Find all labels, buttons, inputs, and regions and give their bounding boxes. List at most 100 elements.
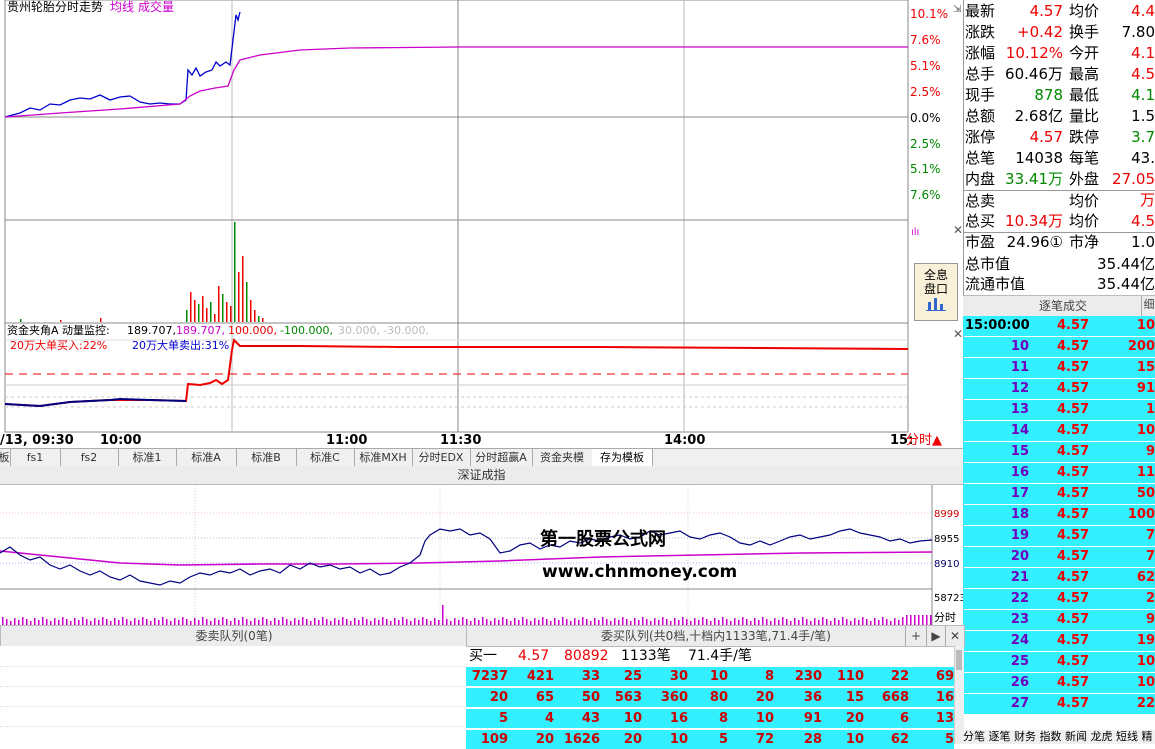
trade-volume: 100 xyxy=(1127,507,1155,522)
trades-header[interactable]: 逐笔成交 细 xyxy=(963,295,1155,317)
trade-price: 4.57 xyxy=(1057,339,1090,354)
quote-label: 外盘 xyxy=(1069,170,1100,188)
quote-row: 涨幅 10.12% 今开 4.1 xyxy=(963,43,1155,64)
index-volume-bar xyxy=(926,615,928,625)
quote-label: 涨跌 xyxy=(965,23,996,41)
trade-row: 27 4.57 22 xyxy=(963,694,1155,714)
trade-time: 25 xyxy=(1010,654,1029,669)
quote-label: 流通市值 xyxy=(965,275,1026,293)
tab-11[interactable]: 存为模板 xyxy=(592,449,653,466)
time-mode-toggle[interactable]: 分时▲ xyxy=(906,433,942,448)
trade-price: 4.57 xyxy=(1057,444,1090,459)
add-icon[interactable]: + xyxy=(905,626,926,646)
bid-queue-cell: 91 xyxy=(803,711,822,726)
index-volume-bar xyxy=(434,618,436,625)
close-icon[interactable]: ✕ xyxy=(953,223,963,237)
tab-10[interactable]: 资金夹模 xyxy=(532,449,593,466)
bid-queue-cell: 80 xyxy=(709,690,728,705)
bid-queue-cell: 22 xyxy=(890,669,909,684)
index-volume-bar xyxy=(474,618,476,625)
time-label: 14:00 xyxy=(664,433,705,448)
bid-queue-cell: 109 xyxy=(480,732,508,747)
volume-bar xyxy=(218,286,220,322)
tab-5[interactable]: 标准B xyxy=(236,449,297,466)
trade-time: 13 xyxy=(1010,402,1029,417)
trades-list[interactable]: 15:00:00 4.57 10 10 4.57 200 11 4.57 15 12 4.57 91 1… xyxy=(963,316,1155,716)
volume-bar xyxy=(210,302,212,322)
trade-price: 4.57 xyxy=(1057,318,1090,333)
index-volume-bar xyxy=(682,617,684,625)
quote-label: 每笔 xyxy=(1069,149,1100,167)
scroll-tab[interactable]: 细 xyxy=(1141,296,1155,316)
bid-queue-cell: 563 xyxy=(614,690,642,705)
quote-value: 7.80 xyxy=(1121,23,1155,41)
index-volume-bar xyxy=(522,617,524,625)
trade-time: 15 xyxy=(1010,444,1029,459)
tab-7[interactable]: 标准MXH xyxy=(354,449,413,466)
bid-queue-cell: 668 xyxy=(881,690,909,705)
intraday-chart[interactable]: 贵州轮胎分时走势 均线 成交量 资金夹角A 动量监控: 189.707, 189… xyxy=(0,0,963,470)
time-label: 11:00 xyxy=(326,433,367,448)
index-volume-bar xyxy=(342,617,344,625)
bid-queue-row: 109 20 1626 20 10 5 72 28 10 62 5 xyxy=(466,730,954,749)
tab-2[interactable]: fs2 xyxy=(60,449,119,466)
index-volume-bar xyxy=(402,617,404,625)
trade-time: 19 xyxy=(1010,528,1029,543)
volume-bar xyxy=(230,306,232,322)
bid-queue-cell: 16 xyxy=(669,711,688,726)
volume-bar xyxy=(186,310,188,322)
tab-3[interactable]: 标准1 xyxy=(118,449,177,466)
quote-row: 内盘 33.41万 外盘 27.05万 xyxy=(963,169,1155,209)
close-icon[interactable]: ✕ xyxy=(953,327,963,341)
bid-queue-cell: 28 xyxy=(803,732,822,747)
volume-bar xyxy=(202,296,204,322)
trade-volume: 62 xyxy=(1136,570,1155,585)
play-icon[interactable]: ▶ xyxy=(926,626,945,646)
trade-time: 18 xyxy=(1010,507,1029,522)
index-volume-bar xyxy=(794,618,796,625)
export-icon[interactable]: ⇲ xyxy=(953,4,962,15)
bid-queue-cell: 69 xyxy=(935,669,954,684)
trade-volume: 10 xyxy=(1136,675,1155,690)
tab-4[interactable]: 标准A xyxy=(176,449,237,466)
tab-8[interactable]: 分时EDX xyxy=(412,449,471,466)
tab-1[interactable]: fs1 xyxy=(10,449,61,466)
quote-label: 总手 xyxy=(965,65,996,83)
quote-row: 总买 10.34万 均价 4.5 xyxy=(963,211,1155,233)
tab-9[interactable]: 分时超赢A xyxy=(470,449,533,466)
trade-time: 27 xyxy=(1010,696,1029,711)
index-volume-bar xyxy=(2,617,4,625)
index-volume-bar xyxy=(222,617,224,625)
trade-row: 21 4.57 62 xyxy=(963,568,1155,588)
trade-row: 13 4.57 1 xyxy=(963,400,1155,420)
index-volume-bar xyxy=(454,618,456,625)
indicator-value-4: -100.000, xyxy=(280,324,333,337)
index-volume-bar xyxy=(442,605,444,625)
index-volume-bar xyxy=(782,617,784,625)
index-volume-bar xyxy=(910,615,912,625)
index-volume-bar xyxy=(834,618,836,625)
index-chart[interactable]: 8999 8955 8910 58723 分时 第一股票公式网 www.chnm… xyxy=(0,485,963,625)
big-sell-label: 20万大单卖出:31% xyxy=(132,338,229,352)
full-info-button[interactable]: 全息盘口 xyxy=(914,263,958,321)
trade-row: 10 4.57 200 xyxy=(963,337,1155,357)
index-volume-bar xyxy=(242,617,244,625)
index-volume-bar xyxy=(714,618,716,625)
quote-value: 1.5 xyxy=(1131,107,1155,125)
bottom-tabs[interactable]: 分笔 逐笔 财务 指数 新闻 龙虎 短线 精 xyxy=(963,730,1155,744)
close-icon[interactable]: ✕ xyxy=(945,626,964,646)
bid-queue-cell: 43 xyxy=(581,711,600,726)
volume-bar xyxy=(214,314,216,322)
quote-label: 量比 xyxy=(1069,107,1100,125)
trade-price: 4.57 xyxy=(1057,633,1090,648)
bid-queue-cell: 20 xyxy=(755,690,774,705)
watermark-url: www.chnmoney.com xyxy=(542,562,737,582)
volume-bar xyxy=(250,300,252,322)
index-volume-bar xyxy=(894,618,896,625)
bid-label: 买一 xyxy=(469,648,497,664)
bid-price: 4.57 xyxy=(518,648,550,664)
tab-6[interactable]: 标准C xyxy=(296,449,355,466)
index-volume-bar xyxy=(774,618,776,625)
index-volume-bar xyxy=(862,617,864,625)
quote-label: 涨停 xyxy=(965,128,996,146)
